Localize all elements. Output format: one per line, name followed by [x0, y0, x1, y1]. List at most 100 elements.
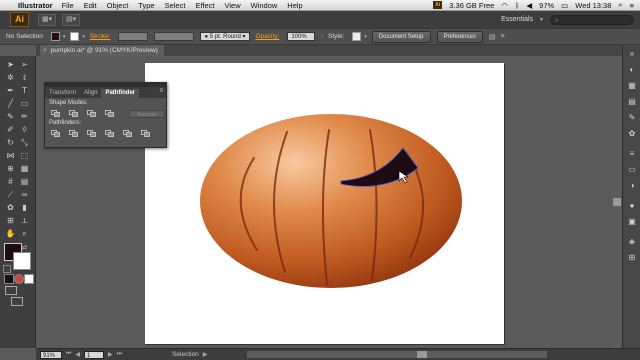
- minus-front-icon[interactable]: [69, 109, 79, 118]
- layers-panel-icon[interactable]: ◈: [627, 237, 637, 247]
- intersect-icon[interactable]: [87, 109, 97, 118]
- current-tool-status[interactable]: Selection: [172, 351, 199, 358]
- chevron-down-icon[interactable]: ▼: [539, 17, 544, 23]
- tab-transform[interactable]: Transform: [45, 89, 80, 98]
- divide-icon[interactable]: [51, 129, 61, 138]
- menu-effect[interactable]: Effect: [195, 1, 214, 10]
- none-mode-icon[interactable]: [24, 274, 34, 284]
- menu-view[interactable]: View: [224, 1, 240, 10]
- next-artboard-icon[interactable]: ▶: [108, 351, 113, 358]
- default-colors-icon[interactable]: [3, 265, 11, 273]
- pen-tool-icon[interactable]: ✒: [5, 85, 16, 96]
- draw-normal-icon[interactable]: [5, 286, 17, 295]
- direct-selection-tool-icon[interactable]: ➢: [19, 59, 30, 70]
- minus-back-icon[interactable]: [141, 129, 151, 138]
- opacity-dropdown-icon[interactable]: ›: [321, 34, 323, 40]
- unite-icon[interactable]: [51, 109, 61, 118]
- tab-pathfinder[interactable]: Pathfinder: [101, 89, 140, 98]
- zoom-tool-icon[interactable]: ⌕: [19, 228, 30, 239]
- mesh-tool-icon[interactable]: #: [5, 176, 16, 187]
- eraser-tool-icon[interactable]: ◊: [19, 124, 30, 135]
- paintbrush-tool-icon[interactable]: ✎: [5, 111, 16, 122]
- pencil-tool-icon[interactable]: ✏: [19, 111, 30, 122]
- blend-tool-icon[interactable]: ∞: [19, 189, 30, 200]
- illustrator-status-icon[interactable]: Ai: [433, 1, 443, 9]
- stroke-color-box[interactable]: [13, 252, 31, 270]
- slice-tool-icon[interactable]: ⟂: [19, 215, 30, 226]
- document-setup-button[interactable]: Document Setup: [371, 30, 431, 43]
- menu-type[interactable]: Type: [138, 1, 154, 10]
- memory-status[interactable]: 3.36 GB Free: [449, 1, 494, 10]
- menu-select[interactable]: Select: [165, 1, 186, 10]
- swatches-panel-icon[interactable]: ▤: [627, 97, 637, 107]
- appearance-panel-icon[interactable]: ●: [627, 201, 637, 211]
- free-transform-tool-icon[interactable]: ⬚: [19, 150, 30, 161]
- artboard[interactable]: [145, 63, 504, 344]
- screen-mode-icon[interactable]: [11, 297, 23, 306]
- column-graph-tool-icon[interactable]: ▮: [19, 202, 30, 213]
- battery-percent[interactable]: 97%: [539, 1, 554, 10]
- hand-tool-icon[interactable]: ✋: [5, 228, 16, 239]
- artboards-panel-icon[interactable]: ⊞: [627, 253, 637, 263]
- stroke-panel-icon[interactable]: ≡: [627, 149, 637, 159]
- search-icon[interactable]: ⌕: [618, 0, 622, 10]
- style-dropdown-icon[interactable]: ▾: [364, 34, 367, 40]
- align-icon[interactable]: ▤: [489, 33, 496, 41]
- color-panel-icon[interactable]: ◐: [627, 65, 637, 75]
- color-guide-icon[interactable]: ▦: [627, 81, 637, 91]
- selection-tool-icon[interactable]: ➤: [5, 59, 16, 70]
- crop-icon[interactable]: [105, 129, 115, 138]
- volume-icon[interactable]: ◀: [526, 1, 532, 10]
- opacity-field[interactable]: 100%: [287, 32, 316, 41]
- menu-help[interactable]: Help: [287, 1, 302, 10]
- symbol-sprayer-tool-icon[interactable]: ✿: [5, 202, 16, 213]
- outline-icon[interactable]: [123, 129, 133, 138]
- horizontal-scroll-thumb[interactable]: [417, 351, 428, 358]
- gradient-tool-icon[interactable]: ▤: [19, 176, 30, 187]
- horizontal-scrollbar[interactable]: [247, 351, 548, 358]
- stroke-weight-field[interactable]: [118, 32, 149, 41]
- preferences-button[interactable]: Preferences: [436, 30, 483, 43]
- collapse-dock-icon[interactable]: »: [627, 49, 637, 59]
- trim-icon[interactable]: [69, 129, 79, 138]
- width-tool-icon[interactable]: ⋈: [5, 150, 16, 161]
- lasso-tool-icon[interactable]: ℓ: [19, 72, 30, 83]
- line-tool-icon[interactable]: ╱: [5, 98, 16, 109]
- close-icon[interactable]: ×: [43, 47, 47, 54]
- menu-window[interactable]: Window: [251, 1, 278, 10]
- symbols-panel-icon[interactable]: ✿: [627, 129, 637, 139]
- transparency-panel-icon[interactable]: ◑: [627, 181, 637, 191]
- wifi-icon[interactable]: ◠: [501, 1, 508, 10]
- arrange-documents-button[interactable]: ▤▾: [62, 13, 81, 26]
- first-artboard-icon[interactable]: ⏮: [66, 351, 71, 358]
- artboard-tool-icon[interactable]: ⊞: [5, 215, 16, 226]
- stroke-dropdown-icon[interactable]: ▾: [82, 34, 85, 40]
- variable-width-profile[interactable]: [154, 32, 195, 41]
- bridge-button[interactable]: ▦▾: [38, 13, 57, 26]
- stroke-swatch[interactable]: [70, 32, 80, 41]
- rectangle-tool-icon[interactable]: ▭: [19, 98, 30, 109]
- blob-brush-tool-icon[interactable]: ✐: [5, 124, 16, 135]
- fill-swatch[interactable]: [50, 32, 60, 41]
- artboard-number-field[interactable]: 1: [84, 350, 105, 359]
- menu-edit[interactable]: Edit: [84, 1, 97, 10]
- scale-tool-icon[interactable]: ⤡: [19, 137, 30, 148]
- notification-center-icon[interactable]: ≡: [630, 1, 634, 10]
- menu-file[interactable]: File: [62, 1, 74, 10]
- stroke-label[interactable]: Stroke:: [90, 33, 111, 40]
- merge-icon[interactable]: [87, 129, 97, 138]
- zoom-level-field[interactable]: 91%: [40, 350, 62, 359]
- control-panel-menu-icon[interactable]: ≡: [500, 33, 504, 40]
- tab-align[interactable]: Align: [80, 89, 101, 98]
- exclude-icon[interactable]: [105, 109, 115, 118]
- document-tab[interactable]: × pumpkin.ai* @ 91% (CMYK/Preview): [40, 45, 164, 56]
- shape-builder-tool-icon[interactable]: ⊕: [5, 163, 16, 174]
- bluetooth-icon[interactable]: ᛒ: [515, 1, 520, 10]
- type-tool-icon[interactable]: T: [19, 85, 30, 96]
- brushes-panel-icon[interactable]: ✎: [627, 113, 637, 123]
- color-mode-icon[interactable]: [4, 274, 14, 284]
- brush-definition[interactable]: ● 5 pt. Round ▾: [200, 32, 250, 41]
- menu-object[interactable]: Object: [107, 1, 129, 10]
- rotate-tool-icon[interactable]: ↻: [5, 137, 16, 148]
- app-name-menu[interactable]: Illustrator: [18, 1, 53, 10]
